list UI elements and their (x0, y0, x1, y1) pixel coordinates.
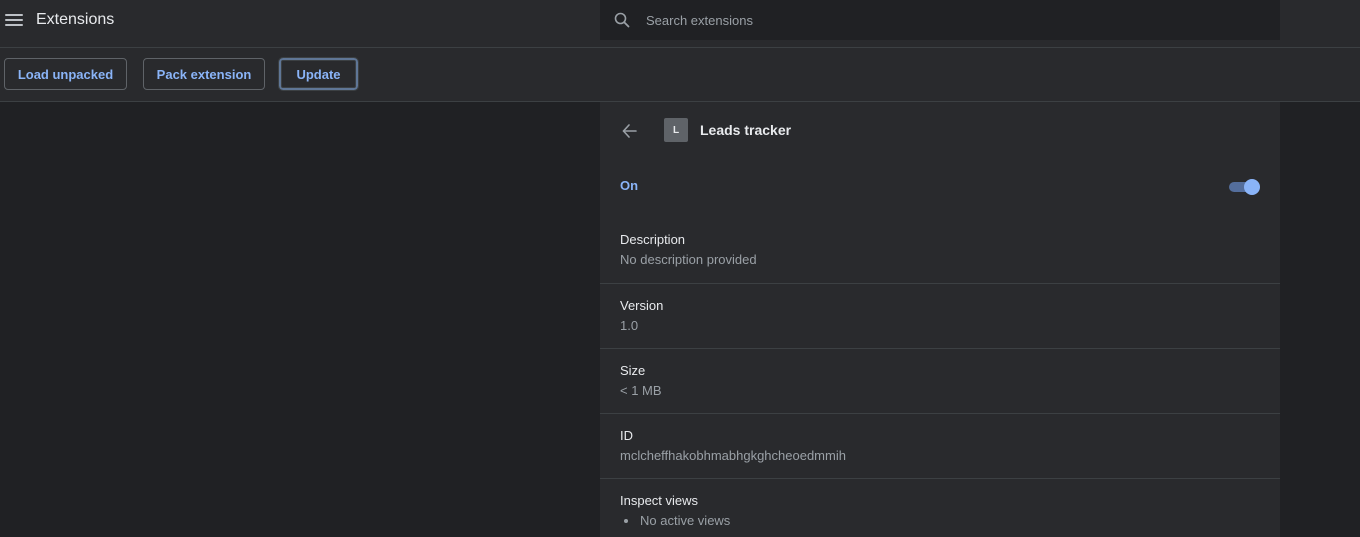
pack-extension-button[interactable]: Pack extension (143, 58, 265, 90)
id-section: ID mclcheffhakobhmabhgkghcheoedmmih (600, 413, 1280, 478)
inspect-views-item-text: No active views (640, 513, 731, 528)
hamburger-menu-icon[interactable] (5, 11, 23, 29)
extension-detail-panel: L Leads tracker On Description No descri… (600, 102, 1280, 537)
enable-toggle[interactable] (1229, 179, 1260, 195)
top-header: Extensions (0, 0, 1360, 48)
inspect-views-item: No active views (623, 513, 731, 528)
id-label: ID (620, 428, 633, 443)
back-arrow-icon[interactable] (620, 121, 640, 141)
description-section: Description No description provided (600, 218, 1280, 283)
developer-toolbar: Load unpacked Pack extension Update (0, 48, 1360, 102)
version-value: 1.0 (620, 318, 639, 333)
search-bar[interactable] (600, 0, 1280, 40)
size-value: < 1 MB (620, 383, 662, 398)
load-unpacked-button[interactable]: Load unpacked (4, 58, 127, 90)
extension-icon: L (664, 118, 688, 142)
inspect-views-section: Inspect views No active views (600, 478, 1280, 537)
page-title: Extensions (36, 11, 115, 28)
version-label: Version (620, 298, 664, 313)
search-icon (614, 12, 630, 28)
search-input[interactable] (646, 10, 1246, 30)
version-section: Version 1.0 (600, 283, 1280, 348)
inspect-views-label: Inspect views (620, 493, 699, 508)
update-button[interactable]: Update (278, 57, 359, 91)
status-label: On (620, 178, 639, 193)
size-label: Size (620, 363, 646, 378)
description-value: No description provided (620, 252, 757, 267)
size-section: Size < 1 MB (600, 348, 1280, 413)
description-label: Description (620, 232, 686, 247)
toggle-knob (1244, 179, 1260, 195)
id-value: mclcheffhakobhmabhgkghcheoedmmih (620, 448, 846, 463)
extension-name: Leads tracker (700, 122, 792, 138)
